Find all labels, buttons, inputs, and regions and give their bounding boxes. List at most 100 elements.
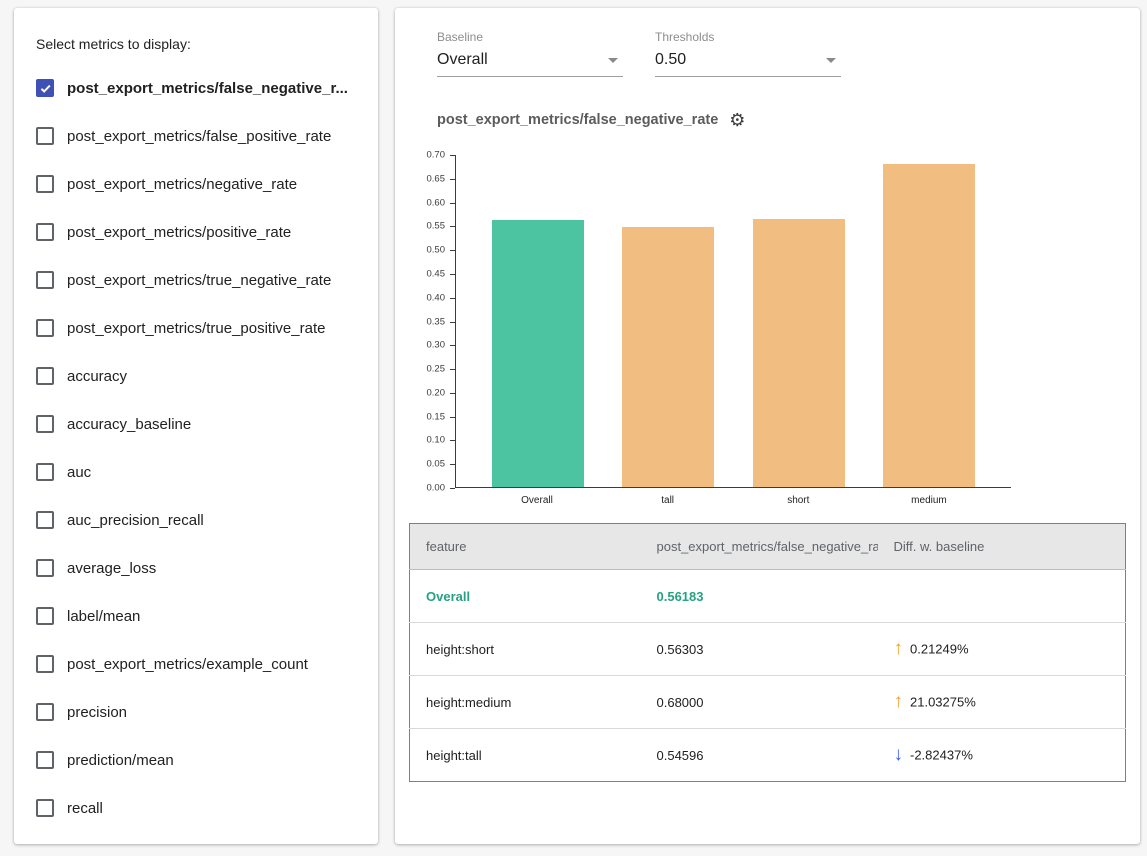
y-tick-label: 0.25 (427, 364, 446, 375)
checkbox[interactable] (36, 271, 54, 289)
y-tick-label: 0.35 (427, 316, 446, 327)
metric-item[interactable]: post_export_metrics/positive_rate (34, 208, 360, 256)
metric-item[interactable]: precision (34, 688, 360, 736)
metric-value-cell: 0.56303 (641, 623, 878, 676)
metric-label: accuracy_baseline (67, 416, 191, 433)
checkbox[interactable] (36, 799, 54, 817)
checkbox-checked[interactable] (36, 79, 54, 97)
baseline-dropdown[interactable]: Baseline Overall (437, 30, 623, 77)
checkbox[interactable] (36, 607, 54, 625)
checkbox[interactable] (36, 655, 54, 673)
header-feature: feature (410, 524, 641, 570)
checkbox[interactable] (36, 175, 54, 193)
checkbox[interactable] (36, 511, 54, 529)
thresholds-value: 0.50 (655, 51, 686, 69)
checkbox[interactable] (36, 223, 54, 241)
baseline-select[interactable]: Overall (437, 51, 623, 77)
metric-value-cell: 0.56183 (641, 570, 878, 623)
x-tick-label: tall (622, 495, 714, 506)
y-tick-label: 0.55 (427, 221, 446, 232)
bar-medium[interactable] (883, 164, 975, 488)
up-arrow-icon: ↑ (894, 691, 904, 712)
metric-item[interactable]: recall (34, 784, 360, 832)
metric-label: auc (67, 464, 91, 481)
chart-title: post_export_metrics/false_negative_rate (437, 112, 718, 128)
x-tick-label: medium (883, 495, 975, 506)
checkbox[interactable] (36, 463, 54, 481)
metric-item[interactable]: accuracy_baseline (34, 400, 360, 448)
checkbox[interactable] (36, 319, 54, 337)
checkbox[interactable] (36, 751, 54, 769)
metric-item[interactable]: auc_precision_recall (34, 496, 360, 544)
metrics-panel: Select metrics to display: post_export_m… (14, 8, 378, 844)
metric-item[interactable]: post_export_metrics/false_negative_r... (34, 64, 360, 112)
metrics-table: feature post_export_metrics/false_negati… (409, 523, 1126, 782)
metric-label: post_export_metrics/false_negative_r... (67, 80, 348, 97)
y-tick-label: 0.40 (427, 292, 446, 303)
y-tick-label: 0.65 (427, 173, 446, 184)
metric-label: auc_precision_recall (67, 512, 204, 529)
metrics-table-head: feature post_export_metrics/false_negati… (410, 524, 1126, 570)
metric-item[interactable]: post_export_metrics/example_count (34, 640, 360, 688)
bar-tall[interactable] (622, 227, 714, 487)
metrics-panel-title: Select metrics to display: (36, 36, 360, 52)
y-axis: 0.000.050.100.150.200.250.300.350.400.45… (409, 155, 455, 487)
feature-cell: height:medium (410, 676, 641, 729)
y-tick-label: 0.45 (427, 268, 446, 279)
y-tick-label: 0.00 (427, 483, 446, 494)
metric-item[interactable]: post_export_metrics/true_positive_rate (34, 304, 360, 352)
metric-item[interactable]: post_export_metrics/false_positive_rate (34, 112, 360, 160)
checkbox[interactable] (36, 415, 54, 433)
header-metric-value: post_export_metrics/false_negative_rat..… (641, 524, 878, 570)
metric-item[interactable]: accuracy (34, 352, 360, 400)
checkbox[interactable] (36, 559, 54, 577)
metric-label: accuracy (67, 368, 127, 385)
checkbox[interactable] (36, 127, 54, 145)
bar-short[interactable] (753, 219, 845, 487)
table-row[interactable]: height:medium0.68000 ↑ 21.03275% (410, 676, 1126, 729)
metric-label: post_export_metrics/example_count (67, 656, 308, 673)
metrics-table-body: Overall0.56183height:short0.56303↑0.2124… (410, 570, 1126, 782)
metric-label: precision (67, 704, 127, 721)
diff-text: 21.03275% (910, 695, 976, 710)
x-axis-labels: Overalltallshortmedium (455, 495, 1011, 506)
metric-label: recall (67, 800, 103, 817)
metric-label: prediction/mean (67, 752, 174, 769)
table-header-row: feature post_export_metrics/false_negati… (410, 524, 1126, 570)
baseline-value: Overall (437, 51, 488, 69)
y-tick-label: 0.05 (427, 459, 446, 470)
thresholds-dropdown[interactable]: Thresholds 0.50 (655, 30, 841, 77)
y-tick-label: 0.20 (427, 387, 446, 398)
bar-overall[interactable] (492, 220, 584, 487)
diff-cell (878, 570, 1126, 623)
diff-cell: ↑ 0.21249% (878, 623, 1126, 676)
gear-icon[interactable]: ⚙ (729, 111, 745, 129)
metric-value-cell: 0.68000 (641, 676, 878, 729)
checkbox[interactable] (36, 367, 54, 385)
baseline-label: Baseline (437, 30, 623, 44)
diff-cell: ↓-2.82437% (878, 729, 1126, 782)
metric-item[interactable]: auc (34, 448, 360, 496)
y-tick (450, 488, 455, 489)
metric-item[interactable]: average_loss (34, 544, 360, 592)
up-arrow-icon: ↑ (894, 638, 904, 659)
table-row[interactable]: height:tall0.54596↓-2.82437% (410, 729, 1126, 782)
thresholds-select[interactable]: 0.50 (655, 51, 841, 77)
metric-item[interactable]: post_export_metrics/true_negative_rate (34, 256, 360, 304)
metric-item[interactable]: label/mean (34, 592, 360, 640)
header-diff-baseline: Diff. w. baseline (878, 524, 1126, 570)
table-row[interactable]: Overall0.56183 (410, 570, 1126, 623)
metric-label: post_export_metrics/true_positive_rate (67, 320, 325, 337)
table-row[interactable]: height:short0.56303↑0.21249% (410, 623, 1126, 676)
y-tick-label: 0.10 (427, 435, 446, 446)
metric-item[interactable]: post_export_metrics/negative_rate (34, 160, 360, 208)
diff-text: 0.21249% (910, 642, 969, 657)
chart-header: post_export_metrics/false_negative_rate … (437, 111, 1126, 129)
metric-label: label/mean (67, 608, 140, 625)
checkbox[interactable] (36, 703, 54, 721)
diff-cell: ↑ 21.03275% (878, 676, 1126, 729)
metric-item[interactable]: prediction/mean (34, 736, 360, 784)
y-tick-label: 0.15 (427, 411, 446, 422)
chevron-down-icon (608, 58, 618, 63)
feature-cell: Overall (410, 570, 641, 623)
